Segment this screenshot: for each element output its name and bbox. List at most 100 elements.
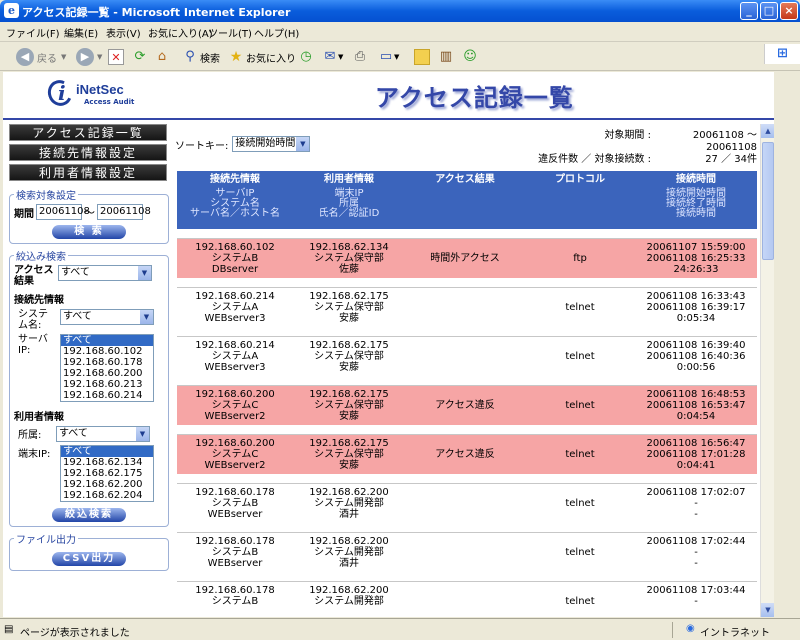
cell-line: WEBserver2 — [204, 411, 266, 422]
cell-line: 24:26:33 — [673, 264, 719, 275]
cell-line: 20061108 16:25:33 — [646, 253, 746, 264]
folder-icon — [414, 49, 430, 65]
cell-result: アクセス違反 — [435, 400, 495, 411]
sort-select[interactable]: 接続開始時間 ▼ — [232, 136, 311, 152]
system-select[interactable]: すべて ▼ — [60, 309, 154, 325]
cell-line: WEBserver — [207, 558, 263, 569]
cell-line: システム開発部 — [314, 498, 384, 509]
forward-arrow-icon: ▶ — [76, 48, 94, 66]
terminal-ip-list[interactable]: すべて 192.168.62.134 192.168.62.175 192.16… — [60, 445, 154, 502]
stop-button[interactable]: ✕ — [108, 47, 124, 67]
forward-button[interactable]: ▶ ▼ — [76, 47, 102, 67]
history-button[interactable]: ◷ — [298, 47, 314, 67]
vertical-scrollbar[interactable]: ▲ ▼ — [760, 124, 774, 617]
cell-line: 安藤 — [339, 460, 359, 471]
cell-line: WEBserver3 — [204, 362, 266, 373]
home-button[interactable]: ⌂ — [154, 47, 170, 67]
period-to-input[interactable]: 20061108 — [97, 204, 151, 220]
dept-select[interactable]: すべて ▼ — [56, 426, 150, 442]
menu-help[interactable]: ヘルプ(H) — [254, 25, 299, 40]
scroll-thumb[interactable] — [762, 142, 774, 260]
search-button[interactable]: ⚲ 検索 — [182, 47, 220, 67]
chevron-down-icon: ▼ — [296, 137, 310, 151]
refresh-icon: ⟳ — [134, 49, 146, 64]
mail-button[interactable]: ✉ ▼ — [322, 47, 344, 67]
terminal-ip-label: 端末IP: — [18, 449, 51, 460]
col-result: アクセス結果 — [405, 175, 525, 189]
cell-line: - — [694, 558, 698, 569]
list-item[interactable]: 192.168.60.214 — [61, 390, 153, 401]
menu-edit[interactable]: 編集(E) — [64, 25, 98, 40]
cell-line: システムC — [211, 449, 259, 460]
cell-user: 192.168.62.175 システム保守部 安藤 — [293, 340, 405, 373]
col-time-title: 接続時間 — [676, 174, 716, 185]
edit-button[interactable]: ▭ ▼ — [378, 47, 400, 67]
status-bar: ▤ ページが表示されました ◉ イントラネット — [0, 618, 800, 640]
access-result-select[interactable]: すべて ▼ — [58, 265, 152, 281]
cell-line: システム保守部 — [314, 253, 384, 264]
search-button[interactable]: 検 索 — [52, 225, 126, 239]
scroll-down-icon[interactable]: ▼ — [761, 603, 774, 617]
cell-line: 192.168.62.134 — [309, 242, 389, 253]
cell-line: システムA — [211, 351, 259, 362]
minimize-button[interactable]: _ — [740, 2, 758, 20]
table-row: 192.168.60.102 システムB DBserver 192.168.62.13… — [177, 238, 757, 278]
chevron-down-icon: ▼ — [140, 310, 153, 324]
research-button[interactable]: ▥ — [438, 47, 454, 67]
filter-search-button[interactable]: 絞込検索 — [52, 508, 126, 522]
list-item[interactable]: 192.168.60.102 — [61, 346, 153, 357]
dept-label: 所属: — [18, 430, 42, 441]
list-item[interactable]: 192.168.62.200 — [61, 479, 153, 490]
nav-user-settings[interactable]: 利用者情報設定 — [9, 164, 167, 181]
list-item[interactable]: 192.168.60.200 — [61, 368, 153, 379]
intranet-icon: ◉ — [686, 623, 695, 634]
maximize-button[interactable]: □ — [760, 2, 778, 20]
system-value: すべて — [63, 311, 92, 322]
cell-protocol: telnet — [565, 596, 595, 607]
list-item[interactable]: 192.168.62.175 — [61, 468, 153, 479]
menu-file[interactable]: ファイル(F) — [6, 25, 60, 40]
list-item[interactable]: すべて — [61, 446, 153, 457]
server-ip-list[interactable]: すべて 192.168.60.102 192.168.60.178 192.16… — [60, 334, 154, 402]
cell-user: 192.168.62.200 システム開発部 酒井 — [293, 487, 405, 520]
web-page: i iNetSec Access Audit アクセス記録一覧 アクセス記録一覧… — [3, 72, 774, 617]
back-button[interactable]: ◀ 戻る ▼ — [16, 47, 66, 67]
close-button[interactable]: × — [780, 2, 798, 20]
list-item[interactable]: 192.168.62.134 — [61, 457, 153, 468]
list-item[interactable]: 192.168.60.213 — [61, 379, 153, 390]
favorites-button[interactable]: ★ お気に入り — [228, 47, 296, 67]
menu-tools[interactable]: ツール(T) — [208, 25, 252, 40]
books-icon: ▥ — [439, 49, 453, 64]
list-item[interactable]: 192.168.62.204 — [61, 490, 153, 501]
messenger-button[interactable]: ☺ — [462, 47, 478, 67]
cell-protocol: telnet — [565, 351, 595, 362]
history-icon: ◷ — [300, 49, 312, 64]
col-protocol-title: プロトコル — [555, 174, 605, 185]
cell-result: アクセス違反 — [435, 449, 495, 460]
menu-favorites[interactable]: お気に入り(A) — [148, 25, 213, 40]
scroll-up-icon[interactable]: ▲ — [761, 124, 774, 138]
nav-access-log[interactable]: アクセス記録一覧 — [9, 124, 167, 141]
print-button[interactable]: ⎙ — [352, 47, 368, 67]
period-from-input[interactable]: 20061108 — [36, 204, 90, 220]
list-item[interactable]: すべて — [61, 335, 153, 346]
cell-line: システム保守部 — [314, 302, 384, 313]
cell-line: 0:05:34 — [676, 313, 716, 324]
nav-destination-settings[interactable]: 接続先情報設定 — [9, 144, 167, 161]
col-sub: 氏名／認証ID — [318, 208, 380, 219]
cell-line: 192.168.62.175 — [309, 438, 389, 449]
user-section-label: 利用者情報 — [14, 412, 64, 423]
csv-export-button[interactable]: CSV出力 — [52, 552, 126, 566]
cell-time: 20061108 16:33:43 20061108 16:39:17 0:05:3… — [635, 291, 757, 324]
cell-line: 192.168.62.175 — [309, 389, 389, 400]
period-meta-value: 20061108 ～ 20061108 — [692, 130, 757, 153]
menu-view[interactable]: 表示(V) — [106, 25, 141, 40]
chevron-down-icon: ▼ — [61, 53, 67, 61]
cell-line: 20061108 16:56:47 — [646, 438, 746, 449]
folder-button[interactable] — [414, 47, 430, 67]
stop-icon: ✕ — [108, 49, 124, 65]
title-bar[interactable]: e アクセス記録一覧 - Microsoft Internet Explorer… — [0, 0, 800, 22]
list-item[interactable]: 192.168.60.178 — [61, 357, 153, 368]
logo-i-icon: i — [58, 81, 66, 105]
refresh-button[interactable]: ⟳ — [132, 47, 148, 67]
